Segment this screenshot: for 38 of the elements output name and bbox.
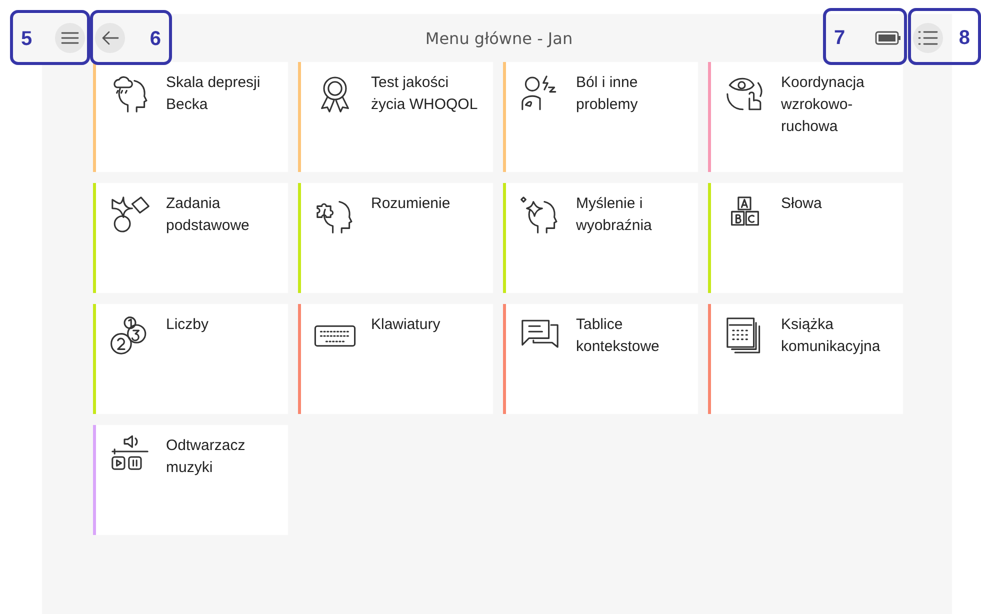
tile-label: Książka komunikacyjna	[781, 315, 882, 357]
menu-tile[interactable]: Skala depresji Becka	[93, 62, 288, 172]
menu-tile[interactable]: Słowa	[708, 183, 903, 293]
callout-marker: 6	[90, 10, 172, 65]
menu-tile[interactable]: Liczby	[93, 304, 288, 414]
list-button[interactable]	[913, 23, 943, 53]
menu-icon	[61, 31, 79, 45]
menu-tile[interactable]: Książka komunikacyjna	[708, 304, 903, 414]
callout-marker: 8	[908, 8, 981, 65]
callout-marker: 5	[10, 10, 90, 65]
window-title: Menu główne - Jan	[424, 28, 574, 48]
menu-tile[interactable]: Tablice kontekstowe	[503, 304, 698, 414]
battery-icon	[875, 31, 901, 45]
tile-label: Test jakości życia WHOQOL	[371, 73, 479, 115]
menu-tile[interactable]: Myślenie i wyobraźnia	[503, 183, 698, 293]
back-button[interactable]	[95, 23, 125, 53]
tile-label: Liczby	[166, 315, 209, 335]
menu-tile[interactable]: Koordynacja wzrokowo-ruchowa	[708, 62, 903, 172]
tile-label: Ból i inne problemy	[576, 73, 639, 115]
tile-label: Zadania podstawowe	[166, 194, 250, 236]
menu-tile[interactable]: Test jakości życia WHOQOL	[298, 62, 493, 172]
tile-label: Klawiatury	[371, 315, 440, 335]
tile-label: Rozumienie	[371, 194, 450, 214]
menu-tile[interactable]: Odtwarzacz muzyki	[93, 425, 288, 535]
menu-tile[interactable]: Ból i inne problemy	[503, 62, 698, 172]
tile-label: Słowa	[781, 194, 822, 214]
callout-marker: 7	[823, 8, 907, 65]
menu-tile[interactable]: Rozumienie	[298, 183, 493, 293]
tile-label: Myślenie i wyobraźnia	[576, 194, 653, 236]
menu-tile[interactable]: Klawiatury	[298, 304, 493, 414]
tile-label: Koordynacja wzrokowo-ruchowa	[781, 73, 866, 137]
tile-label: Odtwarzacz muzyki	[166, 436, 246, 478]
back-arrow-icon	[101, 30, 119, 46]
menu-tile[interactable]: Zadania podstawowe	[93, 183, 288, 293]
tile-label: Skala depresji Becka	[166, 73, 262, 115]
list-icon	[918, 30, 938, 46]
menu-button[interactable]	[55, 23, 85, 53]
tile-label: Tablice kontekstowe	[576, 315, 660, 357]
